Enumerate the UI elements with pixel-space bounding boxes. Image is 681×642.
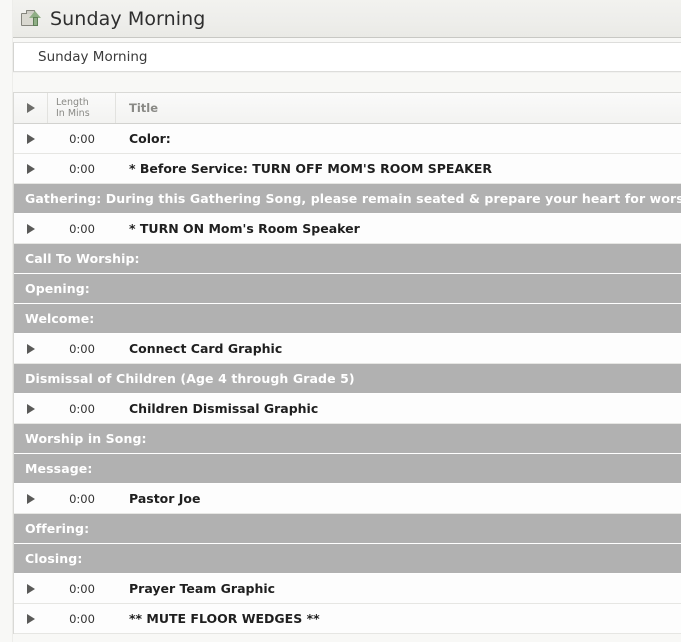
page-title: Sunday Morning [50,7,206,30]
table-row[interactable]: 0:00 ** MUTE FLOOR WEDGES ** [14,604,681,634]
play-icon [27,403,35,414]
row-length-cell: 0:00 [69,401,95,416]
row-title-cell: Color: [129,131,171,146]
play-icon [27,613,35,624]
table-row-section[interactable]: Dismissal of Children (Age 4 through Gra… [14,364,681,394]
table-row-section[interactable]: Gathering: During this Gathering Song, p… [14,184,681,214]
play-icon [27,133,35,144]
table-row[interactable]: 0:00 * TURN ON Mom's Room Speaker [14,214,681,244]
plan-name-field[interactable]: Sunday Morning [13,42,681,72]
row-play-button[interactable] [14,574,48,603]
section-header-label: Dismissal of Children (Age 4 through Gra… [25,371,355,386]
left-gutter [0,0,13,642]
table-row-section[interactable]: Offering: [14,514,681,544]
table-row[interactable]: 0:00 Color: [14,124,681,154]
play-icon [26,103,35,113]
table-row[interactable]: 0:00 Children Dismissal Graphic [14,394,681,424]
play-icon [27,343,35,354]
window-titlebar: Sunday Morning [13,0,681,38]
row-title-cell: Prayer Team Graphic [129,581,276,596]
row-title-cell: ** MUTE FLOOR WEDGES ** [129,611,320,626]
section-header-label: Worship in Song: [25,431,147,446]
header-title-label: Title [129,101,159,115]
header-play-column[interactable] [14,93,48,123]
table-row-section[interactable]: Welcome: [14,304,681,334]
section-header-label: Offering: [25,521,90,536]
section-header-label: Call To Worship: [25,251,140,266]
table-row-section[interactable]: Message: [14,454,681,484]
row-play-button[interactable] [14,124,48,153]
section-header-label: Message: [25,461,93,476]
table-row-section[interactable]: Closing: [14,544,681,574]
row-length-cell: 0:00 [69,611,95,626]
table-row[interactable]: 0:00 * Before Service: TURN OFF MOM'S ROO… [14,154,681,184]
row-length-cell: 0:00 [69,581,95,596]
table-row-section[interactable]: Opening: [14,274,681,304]
play-icon [27,163,35,174]
table-row[interactable]: 0:00 Pastor Joe [14,484,681,514]
section-header-label: Gathering: During this Gathering Song, p… [25,191,681,206]
table-row[interactable]: 0:00 Prayer Team Graphic [14,574,681,604]
row-title-cell: Pastor Joe [129,491,201,506]
row-title-cell: Children Dismissal Graphic [129,401,319,416]
row-play-button[interactable] [14,604,48,633]
section-header-label: Closing: [25,551,83,566]
plan-items-table: Length In Mins Title 0:00 Color: 0:00 * Bef… [13,92,681,634]
table-row[interactable]: 0:00 Connect Card Graphic [14,334,681,364]
play-icon [27,583,35,594]
row-play-button[interactable] [14,214,48,243]
header-length-column[interactable]: Length In Mins [48,93,116,123]
row-title-cell: Connect Card Graphic [129,341,283,356]
header-title-column[interactable]: Title [116,93,681,123]
row-play-button[interactable] [14,484,48,513]
table-body: 0:00 Color: 0:00 * Before Service: TURN OFF… [14,124,681,634]
row-length-cell: 0:00 [69,221,95,236]
row-length-cell: 0:00 [69,161,95,176]
row-length-cell: 0:00 [69,131,95,146]
play-icon [27,223,35,234]
row-title-cell: * Before Service: TURN OFF MOM'S ROOM SP… [129,161,492,176]
folder-upload-icon [21,9,43,29]
name-field-region: Sunday Morning [13,38,681,72]
table-header-row: Length In Mins Title [14,93,681,124]
app-window: Sunday Morning Sunday Morning Length In … [0,0,681,642]
row-length-cell: 0:00 [69,341,95,356]
play-icon [27,493,35,504]
header-length-line2: In Mins [56,108,90,119]
section-header-label: Welcome: [25,311,95,326]
spacer-strip [13,72,681,92]
row-play-button[interactable] [14,154,48,183]
header-length-line1: Length [56,97,89,108]
section-header-label: Opening: [25,281,90,296]
table-row-section[interactable]: Call To Worship: [14,244,681,274]
row-title-cell: * TURN ON Mom's Room Speaker [129,221,360,236]
row-play-button[interactable] [14,394,48,423]
table-row-section[interactable]: Worship in Song: [14,424,681,454]
row-play-button[interactable] [14,334,48,363]
row-length-cell: 0:00 [69,491,95,506]
